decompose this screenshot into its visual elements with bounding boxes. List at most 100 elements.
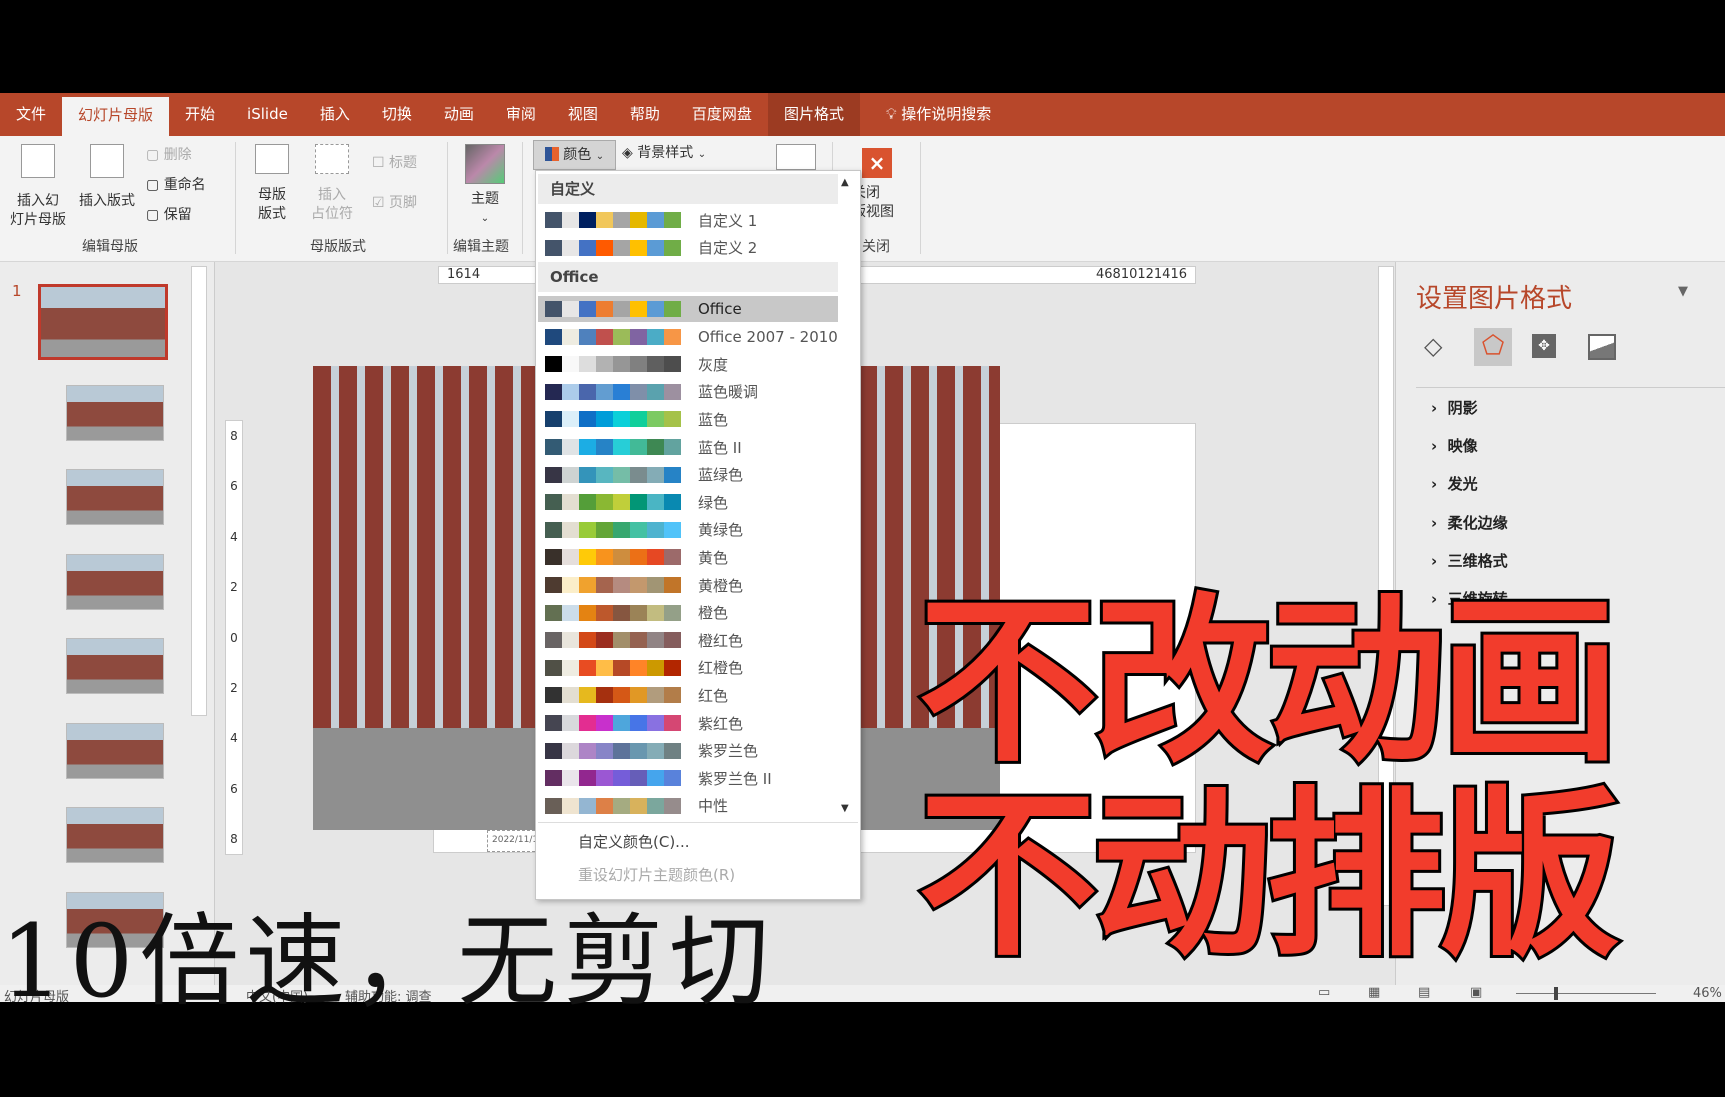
- color-scheme-item[interactable]: 橙色: [538, 600, 838, 626]
- tab-8[interactable]: 视图: [552, 93, 614, 136]
- slide-sorter-icon[interactable]: ▦: [1368, 985, 1380, 1000]
- color-scheme-item[interactable]: Office 2007 - 2010: [538, 324, 838, 350]
- swatch: [562, 521, 579, 538]
- color-scheme-item[interactable]: 紫罗兰色 II: [538, 765, 838, 791]
- color-scheme-item[interactable]: 自定义 2: [538, 235, 838, 261]
- fill-line-icon[interactable]: ◇: [1424, 332, 1442, 360]
- preserve-button[interactable]: ▢ 保留: [146, 206, 192, 225]
- pane-title: 设置图片格式: [1416, 284, 1573, 314]
- color-scheme-item[interactable]: 黄绿色: [538, 517, 838, 543]
- color-scheme-item[interactable]: 蓝色暖调: [538, 379, 838, 405]
- colors-button[interactable]: 颜色 ⌄: [533, 140, 616, 170]
- tab-11[interactable]: 图片格式: [767, 93, 860, 136]
- slide-thumbnail[interactable]: [66, 807, 164, 863]
- theme-button[interactable]: 主题 ⌄: [460, 144, 510, 228]
- shadow-section[interactable]: › 阴影: [1431, 397, 1478, 418]
- ruler-tick: 2: [230, 680, 238, 695]
- effects-icon[interactable]: ⬠: [1474, 328, 1512, 366]
- swatch: [579, 742, 596, 759]
- slide-thumbnail[interactable]: [66, 723, 164, 779]
- swatch: [664, 742, 681, 759]
- swatch: [647, 659, 664, 676]
- tab-6[interactable]: 动画: [428, 93, 490, 136]
- soft-edges-section[interactable]: › 柔化边缘: [1431, 512, 1508, 533]
- swatch: [596, 411, 613, 428]
- color-scheme-item[interactable]: 自定义 1: [538, 207, 838, 233]
- size-position-icon[interactable]: ✥: [1532, 334, 1556, 358]
- color-scheme-item[interactable]: 红橙色: [538, 655, 838, 681]
- zoom-level[interactable]: 46%: [1693, 986, 1722, 1001]
- divider: [1416, 387, 1725, 388]
- swatch: [545, 632, 562, 649]
- slide-size-icon[interactable]: [776, 144, 816, 170]
- title-checkbox[interactable]: ☐ 标题: [372, 154, 417, 173]
- swatch: [664, 604, 681, 621]
- normal-view-icon[interactable]: ▭: [1318, 985, 1330, 1000]
- color-scheme-item[interactable]: 黄橙色: [538, 572, 838, 598]
- slide-thumbnail[interactable]: [66, 554, 164, 610]
- thumbnail-scrollbar[interactable]: [191, 266, 207, 716]
- swatch: [630, 466, 647, 483]
- swatch: [664, 770, 681, 787]
- swatch: [630, 742, 647, 759]
- scroll-up-icon[interactable]: ▲: [841, 177, 849, 188]
- color-scheme-item[interactable]: 紫红色: [538, 710, 838, 736]
- tab-7[interactable]: 审阅: [490, 93, 552, 136]
- swatch: [647, 687, 664, 704]
- color-scheme-item[interactable]: 中性: [538, 793, 838, 819]
- slide-thumbnail-master[interactable]: [38, 284, 168, 360]
- color-scheme-item[interactable]: 橙红色: [538, 627, 838, 653]
- 3d-format-section[interactable]: › 三维格式: [1431, 550, 1508, 571]
- reading-view-icon[interactable]: ▤: [1418, 985, 1430, 1000]
- tell-me-search[interactable]: 💡︎ 操作说明搜索: [870, 93, 1007, 136]
- insert-slide-master-button[interactable]: 插入幻 灯片母版: [8, 144, 68, 230]
- background-styles-button[interactable]: ◈ 背景样式 ⌄: [622, 144, 706, 164]
- color-scheme-item[interactable]: 蓝色 II: [538, 434, 838, 460]
- slideshow-icon[interactable]: ▣: [1470, 985, 1482, 1000]
- zoom-slider[interactable]: [1516, 993, 1656, 994]
- customize-colors-menu-item[interactable]: 自定义颜色(C)...: [578, 831, 689, 852]
- master-layout-button[interactable]: 母版 版式: [250, 144, 294, 224]
- color-scheme-item[interactable]: Office: [538, 296, 838, 322]
- delete-button[interactable]: ▢ 删除: [146, 146, 192, 165]
- glow-section[interactable]: › 发光: [1431, 473, 1478, 494]
- swatch: [562, 301, 579, 317]
- tab-10[interactable]: 百度网盘: [676, 93, 768, 136]
- lightbulb-icon: 💡︎: [885, 105, 897, 123]
- color-scheme-item[interactable]: 紫罗兰色: [538, 738, 838, 764]
- slide-thumbnail[interactable]: [66, 469, 164, 525]
- swatch: [630, 239, 647, 256]
- color-scheme-item[interactable]: 蓝绿色: [538, 462, 838, 488]
- slide-thumbnail[interactable]: [66, 638, 164, 694]
- tab-9[interactable]: 帮助: [614, 93, 676, 136]
- swatch: [630, 212, 647, 228]
- picture-icon[interactable]: [1588, 334, 1616, 360]
- headline-overlay-line1: 不改动画: [915, 578, 1623, 787]
- tab-2[interactable]: 开始: [169, 93, 231, 136]
- reflection-section[interactable]: › 映像: [1431, 435, 1478, 456]
- tab-5[interactable]: 切换: [366, 93, 428, 136]
- color-scheme-item[interactable]: 灰度: [538, 351, 838, 377]
- ruler-tick: 4: [1095, 267, 1105, 282]
- color-scheme-item[interactable]: 蓝色: [538, 406, 838, 432]
- tab-0[interactable]: 文件: [0, 93, 62, 136]
- swatch: [562, 494, 579, 511]
- section-header: 自定义: [538, 174, 838, 204]
- zoom-slider-thumb[interactable]: [1554, 987, 1558, 1000]
- rename-button[interactable]: ▢ 重命名: [146, 176, 206, 195]
- tab-4[interactable]: 插入: [304, 93, 366, 136]
- swatch: [647, 466, 664, 483]
- footer-checkbox[interactable]: ☑ 页脚: [372, 194, 417, 213]
- pane-options-dropdown-icon[interactable]: ▼: [1678, 284, 1688, 299]
- color-scheme-item[interactable]: 黄色: [538, 544, 838, 570]
- group-label: 关闭: [862, 239, 890, 255]
- ruler-tick: 4: [230, 731, 238, 746]
- tab-1[interactable]: 幻灯片母版: [62, 97, 170, 136]
- tab-3[interactable]: iSlide: [231, 93, 304, 136]
- color-scheme-item[interactable]: 红色: [538, 682, 838, 708]
- scroll-down-icon[interactable]: ▼: [841, 803, 849, 814]
- insert-placeholder-button[interactable]: 插入 占位符: [302, 144, 362, 224]
- slide-thumbnail[interactable]: [66, 385, 164, 441]
- color-scheme-item[interactable]: 绿色: [538, 489, 838, 515]
- insert-layout-button[interactable]: 插入版式: [72, 144, 142, 211]
